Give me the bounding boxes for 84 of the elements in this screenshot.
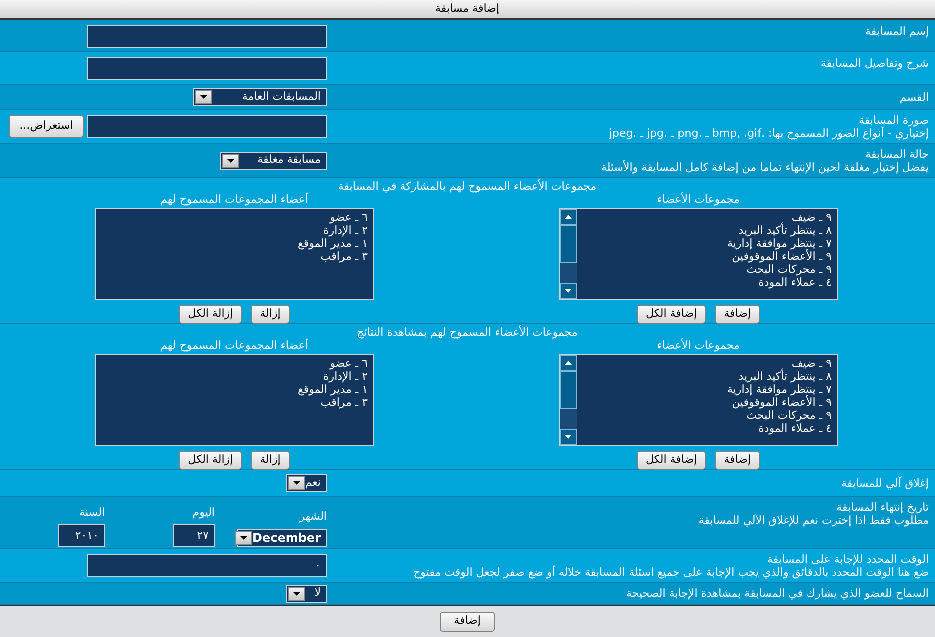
remove-button[interactable]: إزالة الكل [179,451,242,470]
list-title: أعضاء المجموعات المسموح لهم [160,193,308,206]
remove-button[interactable]: إزالة الكل [179,305,242,324]
list-option[interactable]: ١ ـ مدير الموقع [96,237,368,250]
list-title: مجموعات الأعضاء [657,339,740,352]
groups-listbox[interactable]: ٩ ـ ضيف ٨ ـ ينتظر تأكيد البريد ٧ ـ ينتظر موافقة إدارية ٩ ـ الأعضاء الموقوفين ٩ ـ محركات البحث ٤ ـ عملاء المودة [559,208,838,300]
list-option[interactable]: ٣ ـ مراقب [96,250,368,263]
field-label: الوقت المحدد للإجابة على المسابقة [766,552,929,566]
dropdown-button[interactable] [288,476,305,490]
scrollbar[interactable] [560,355,577,445]
list-option[interactable]: ٢ ـ الإدارة [96,370,368,383]
list-option[interactable]: ٩ ـ محركات البحث [577,409,832,422]
field-label: القسم [898,90,929,104]
caret-icon [200,95,208,99]
caret-icon [292,481,300,485]
allowed-groups-listbox[interactable]: ٦ ـ عضو ٢ ـ الإدارة ١ ـ مدير الموقع ٣ ـ مراقب [95,208,374,300]
add-button[interactable]: إضافة [715,451,760,470]
name-field[interactable] [87,25,327,48]
down-arrow-icon [565,435,572,439]
list-option[interactable]: ٩ ـ محركات البحث [577,263,832,276]
section-title: مجموعات الأعضاء المسموح لهم بالمشاركة في المسابقة [338,180,597,193]
list-title: مجموعات الأعضاء [657,193,740,206]
list-option[interactable]: ٨ ـ ينتظر تأكيد البريد [577,370,832,383]
description-field[interactable] [87,57,327,80]
field-label: إسم المسابقة [864,25,929,38]
field-label: حالة المسابقة [864,148,929,160]
list-option[interactable]: ٦ ـ عضو [96,357,368,370]
field-label: شرح وتفاصيل المسابقة [820,57,929,70]
list-option[interactable]: ٩ ـ الأعضاء الموقوفين [577,396,832,409]
caret-icon [226,158,234,162]
browse-button[interactable]: استعراض... [9,115,84,138]
day-label: اليوم [192,505,215,521]
remove-button[interactable]: إزالة [251,305,290,324]
add-button[interactable]: إضافة الكل [636,451,706,470]
window-title: إضافة مسابقة [436,0,500,17]
field-hint: ضع هنا الوقت المحدد بالدقائق والذي يجب الإجابة على جميع اسئلة المسابقة خلاله أو ضع صفر لجعل الوقت مفتوح [412,566,929,578]
add-button[interactable]: إضافة [715,305,760,324]
year-label: السنة [80,505,105,521]
day-field[interactable]: ٢٧ [173,524,215,546]
list-title: أعضاء المجموعات المسموح لهم [160,339,308,352]
section-title: مجموعات الأعضاء المسموح لهم بمشاهدة النتائج [357,326,578,339]
list-option[interactable]: ٩ ـ الأعضاء الموقوفين [577,250,832,263]
status-select[interactable]: مسابقة مغلقة [220,152,327,170]
field-label: صورة المسابقة [858,114,929,126]
dropdown-button[interactable] [195,90,212,104]
list-option[interactable]: ٨ ـ ينتظر تأكيد البريد [577,224,832,237]
groups-listbox[interactable]: ٩ ـ ضيف ٨ ـ ينتظر تأكيد البريد ٧ ـ ينتظر موافقة إدارية ٩ ـ الأعضاء الموقوفين ٩ ـ محركات البحث ٤ ـ عملاء المودة [559,354,838,446]
remove-button[interactable]: إزالة [251,451,290,470]
field-hint: مطلوب فقط اذا إخترت نعم للإغلاق الآلي للمسابقة [698,514,929,527]
list-option[interactable]: ٣ ـ مراقب [96,396,368,409]
caret-icon [240,536,248,540]
allowed-groups-listbox[interactable]: ٦ ـ عضو ٢ ـ الإدارة ١ ـ مدير الموقع ٣ ـ مراقب [95,354,374,446]
dropdown-button[interactable] [235,530,252,544]
list-option[interactable]: ٢ ـ الإدارة [96,224,368,237]
dropdown-button[interactable] [288,586,305,600]
list-option[interactable]: ٧ ـ ينتظر موافقة إدارية [577,237,832,250]
submit-button[interactable]: إضافة [440,612,495,632]
field-label: إغلاق آلي للمسابقة [840,476,929,490]
category-select[interactable]: المسابقات العامة [193,88,327,106]
list-option[interactable]: ١ ـ مدير الموقع [96,383,368,396]
list-option[interactable]: ٧ ـ ينتظر موافقة إدارية [577,383,832,396]
field-hint: إختياري - أنواع الصور المسموح بها: .bmp, .gif ـ .png ـ .jpg ـ .jpeg [608,126,929,140]
show-answer-select[interactable]: لا [286,584,327,602]
field-label: تاريخ إنتهاء المسابقة [836,501,929,514]
time-limit-field[interactable]: ٠ [87,554,327,577]
down-arrow-icon [565,289,572,293]
up-arrow-icon [565,215,572,219]
add-button[interactable]: إضافة الكل [636,305,706,324]
caret-icon [292,592,300,596]
dropdown-button[interactable] [222,154,239,168]
field-hint: يفضل إختيار مغلقة لحين الإنتهاء تماما من إضافة كامل المسابقة والأسئلة [600,160,929,174]
image-path-field[interactable] [87,115,327,138]
month-select[interactable]: December [237,528,327,546]
auto-close-select[interactable]: نعم [286,474,327,492]
year-field[interactable]: ٢٠١٠ [58,524,105,546]
field-label: السماح للعضو الذي يشارك في المسابقة بمشاهدة الإجابة الصحيحة [625,587,929,600]
list-option[interactable]: ٤ ـ عملاء المودة [577,276,832,289]
up-arrow-icon [565,361,572,365]
scrollbar[interactable] [560,209,577,299]
list-option[interactable]: ٦ ـ عضو [96,211,368,224]
list-option[interactable]: ٤ ـ عملاء المودة [577,422,832,435]
month-label: الشهر [300,509,327,525]
list-option[interactable]: ٩ ـ ضيف [577,357,832,370]
list-option[interactable]: ٩ ـ ضيف [577,211,832,224]
